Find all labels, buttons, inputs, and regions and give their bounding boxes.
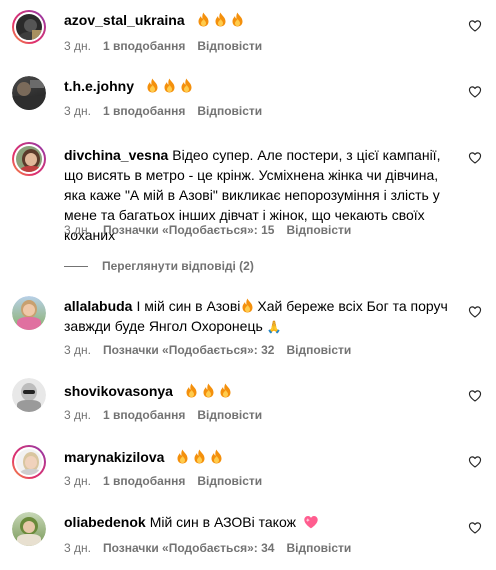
fire-emoji-icon [241,298,254,313]
comment-likes[interactable]: Позначки «Подобається»: 15 [103,223,274,237]
avatar[interactable] [12,512,46,546]
reply-button[interactable]: Відповісти [286,343,351,357]
comment-time: 3 дн. [64,104,91,118]
comment-username[interactable]: t.h.e.johny [64,78,134,94]
fire-emoji-icon [193,449,206,464]
comment-time: 3 дн. [64,343,91,357]
comment-time: 3 дн. [64,39,91,53]
fire-emoji-icon [219,383,232,398]
comment-time: 3 дн. [64,541,91,555]
like-heart-icon[interactable] [468,521,482,535]
reply-button[interactable]: Відповісти [197,39,262,53]
like-heart-icon[interactable] [468,389,482,403]
sparkling-heart-icon [304,515,318,529]
comment-username[interactable]: divchina_vesna [64,147,168,163]
like-heart-icon[interactable] [468,305,482,319]
avatar[interactable] [12,10,46,44]
fire-emoji-icon [146,78,159,93]
comment-likes[interactable]: 1 вподобання [103,474,185,488]
avatar[interactable] [12,296,46,330]
comment-username[interactable]: shovikovasonya [64,383,173,399]
reply-button[interactable]: Відповісти [197,474,262,488]
like-heart-icon[interactable] [468,19,482,33]
reply-button[interactable]: Відповісти [286,223,351,237]
fire-emoji-icon [202,383,215,398]
comment-username[interactable]: allalabuda [64,298,132,314]
reply-button[interactable]: Відповісти [197,408,262,422]
fire-emoji-icon [185,383,198,398]
avatar[interactable] [12,445,46,479]
comment-time: 3 дн. [64,474,91,488]
avatar[interactable] [12,76,46,110]
avatar[interactable] [12,378,46,412]
fire-emoji-icon [197,12,210,27]
comment-username[interactable]: oliabedenok [64,514,146,530]
comment-likes[interactable]: Позначки «Подобається»: 34 [103,541,274,555]
comment-username[interactable]: azov_stal_ukraina [64,12,185,28]
comment-time: 3 дн. [64,223,91,237]
comment-username[interactable]: marynakizilova [64,449,164,465]
like-heart-icon[interactable] [468,455,482,469]
like-heart-icon[interactable] [468,151,482,165]
view-replies-label[interactable]: Переглянути відповіді (2) [102,259,254,273]
pray-emoji-icon: 🙏 [266,320,282,334]
fire-emoji-icon [180,78,193,93]
comment-text: Мій син в АЗОВі також [149,514,296,530]
fire-emoji-icon [214,12,227,27]
reply-button[interactable]: Відповісти [286,541,351,555]
fire-emoji-icon [163,78,176,93]
comment-likes[interactable]: Позначки «Подобається»: 32 [103,343,274,357]
comment-time: 3 дн. [64,408,91,422]
comment-text: І мій син в Азові [136,298,241,314]
like-heart-icon[interactable] [468,85,482,99]
reply-button[interactable]: Відповісти [197,104,262,118]
fire-emoji-icon [231,12,244,27]
view-replies-button[interactable]: Переглянути відповіді (2) [64,258,254,274]
fire-emoji-icon [210,449,223,464]
divider-line [64,266,88,268]
comment-likes[interactable]: 1 вподобання [103,104,185,118]
comment-likes[interactable]: 1 вподобання [103,408,185,422]
fire-emoji-icon [176,449,189,464]
avatar[interactable] [12,142,46,176]
comment-likes[interactable]: 1 вподобання [103,39,185,53]
